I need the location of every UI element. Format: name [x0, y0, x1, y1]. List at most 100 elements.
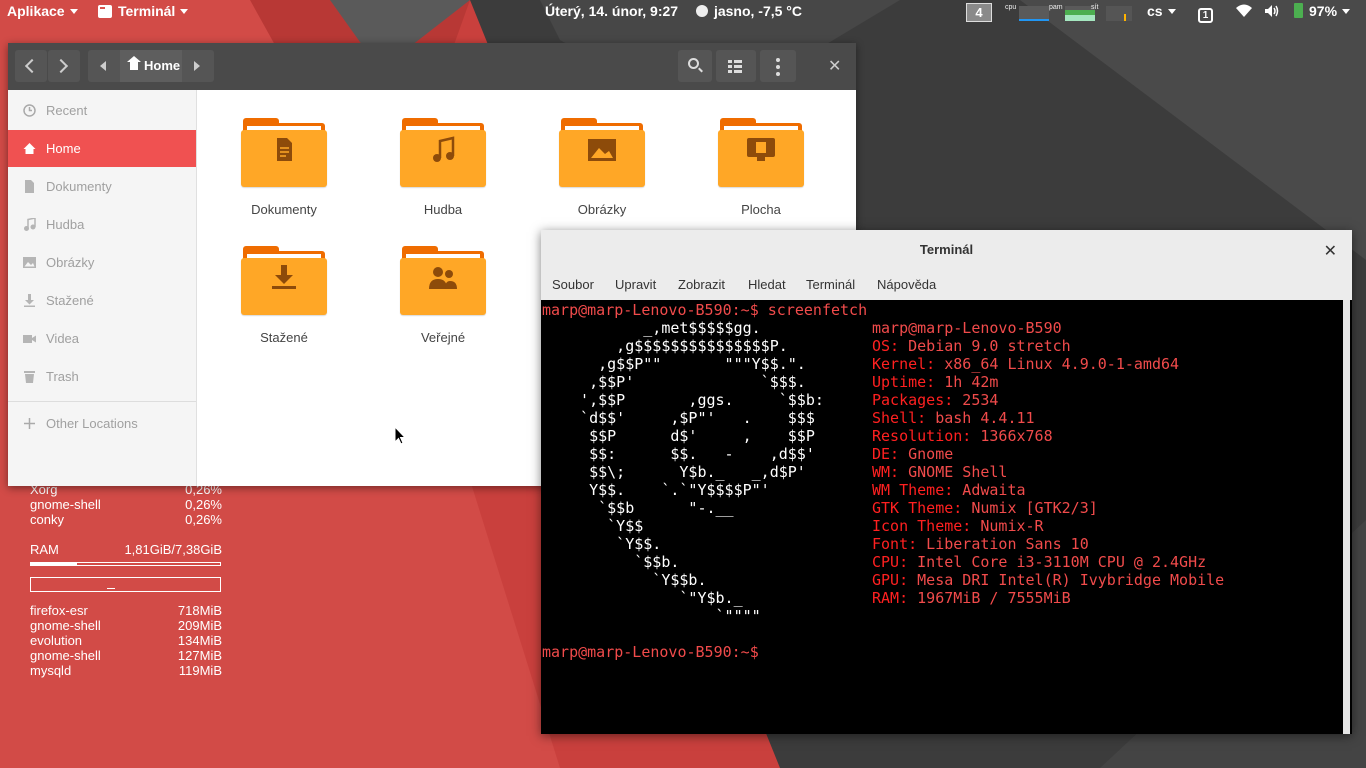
mouse-cursor-icon [394, 426, 406, 445]
sidebar-item-other-locations[interactable]: Other Locations [8, 405, 196, 442]
search-button[interactable] [678, 50, 712, 82]
sidebar-item-pictures[interactable]: Obrázky [8, 244, 196, 281]
sidebar-item-downloads[interactable]: Stažené [8, 282, 196, 319]
terminal-close-button[interactable]: ✕ [1324, 241, 1337, 261]
logo-line: ,g$$$$$$$$$$$$$$$P. [562, 337, 788, 355]
sidebar-item-music[interactable]: Hudba [8, 206, 196, 243]
forward-button[interactable] [48, 50, 80, 82]
system-info-line: GPU: Mesa DRI Intel(R) Ivybridge Mobile [872, 571, 1224, 589]
workspace-number: 4 [966, 3, 992, 22]
battery-indicator[interactable]: 97% [1294, 0, 1351, 22]
volume-indicator[interactable] [1264, 0, 1280, 22]
chevron-down-icon [1342, 9, 1351, 14]
logo-line: $$: $$. - ,d$$' [562, 445, 815, 463]
folder-label: Hudba [423, 202, 463, 217]
arrow-left-icon [24, 58, 40, 74]
menu-terminal[interactable]: Terminál [806, 270, 855, 300]
menu-view[interactable]: Zobrazit [678, 270, 725, 300]
keyboard-layout-menu[interactable]: cs [1147, 0, 1176, 22]
active-app-menu[interactable]: Terminál [98, 0, 189, 22]
sidebar-item-recent[interactable]: Recent [8, 92, 196, 129]
logo-line: _,met$$$$$gg. [562, 319, 761, 337]
terminal-titlebar[interactable]: Terminál [541, 230, 1352, 270]
view-toggle-button[interactable] [716, 50, 756, 82]
clock[interactable]: Úterý, 14. únor, 9:27 jasno, -7,5 °C [545, 0, 802, 22]
trash-icon [24, 371, 35, 383]
triangle-right-icon [194, 61, 200, 71]
desktop-icon [747, 138, 775, 161]
folder-label: Plocha [741, 202, 781, 217]
info-value: 1h 42m [935, 373, 999, 391]
menu-edit[interactable]: Upravit [615, 270, 656, 300]
path-scroll-right-button[interactable] [182, 50, 214, 82]
conky-mem-process: gnome-shell 209MiB [30, 618, 222, 633]
info-key: Icon Theme: [872, 517, 972, 535]
terminal-screen[interactable]: marp@marp-Lenovo-B590:~$ screenfetch _,m… [541, 300, 1352, 734]
terminal-command-line: marp@marp-Lenovo-B590:~$ screenfetch [542, 301, 868, 319]
info-value: Debian 9.0 stretch [899, 337, 1071, 355]
folder-documents[interactable]: Dokumenty [224, 118, 344, 217]
network-indicator[interactable] [1236, 0, 1252, 22]
back-button[interactable] [15, 50, 47, 82]
folder-public[interactable]: Veřejné [383, 246, 503, 345]
terminal-scrollbar[interactable] [1343, 300, 1350, 734]
close-icon: ✕ [828, 58, 842, 75]
video-icon [23, 335, 36, 343]
system-info-line: GTK Theme: Numix [GTK2/3] [872, 499, 1098, 517]
conky-cpu-process: conky 0,26% [30, 512, 222, 527]
sidebar-item-home[interactable]: Home [8, 130, 196, 167]
triangle-left-icon [100, 61, 106, 71]
conky-ram-bar-fill [31, 563, 78, 565]
conky-ram-bar [30, 562, 221, 566]
notification-indicator[interactable]: 1 [1198, 0, 1213, 23]
logo-line: $$\; Y$b._ _,d$P' [562, 463, 806, 481]
logo-line: `"""" [562, 607, 761, 625]
folder-label: Dokumenty [251, 202, 317, 217]
folder-desktop[interactable]: Plocha [701, 118, 821, 217]
sidebar-item-label: Obrázky [46, 255, 95, 270]
system-info-line: WM: GNOME Shell [872, 463, 1007, 481]
info-key: Font: [872, 535, 918, 553]
home-icon [23, 143, 36, 154]
info-key: Shell: [872, 409, 927, 427]
folder-downloads[interactable]: Stažené [224, 246, 344, 345]
system-info-line: WM Theme: Adwaita [872, 481, 1026, 499]
logo-line: `Y$$ [562, 517, 644, 535]
menu-file[interactable]: Soubor [552, 270, 594, 300]
music-icon [433, 136, 455, 162]
menu-button[interactable] [760, 50, 796, 82]
picture-icon [588, 139, 616, 161]
places-sidebar: Recent Home Dokumenty Hudba Obrázky Staž… [8, 90, 197, 486]
folder-pictures[interactable]: Obrázky [542, 118, 662, 217]
logo-line: `d$$' ,$P"' . $$$ [562, 409, 815, 427]
path-home-button[interactable]: Home [120, 50, 182, 82]
file-manager-headerbar: Home ✕ [8, 43, 856, 90]
path-home-label: Home [144, 58, 181, 73]
system-info-line: CPU: Intel Core i3-3110M CPU @ 2.4GHz [872, 553, 1206, 571]
sidebar-item-trash[interactable]: Trash [8, 358, 196, 395]
system-info-line: Packages: 2534 [872, 391, 998, 409]
workspace-indicator[interactable]: 4 [966, 1, 992, 23]
arrow-right-icon [53, 58, 69, 74]
info-value: Liberation Sans 10 [917, 535, 1089, 553]
close-button[interactable]: ✕ [828, 56, 841, 76]
folder-label: Veřejné [420, 330, 466, 345]
sidebar-item-documents[interactable]: Dokumenty [8, 168, 196, 205]
home-icon [127, 56, 141, 71]
info-value: GNOME Shell [899, 463, 1008, 481]
folder-music[interactable]: Hudba [383, 118, 503, 217]
path-scroll-left-button[interactable] [88, 50, 120, 82]
cpu-monitor[interactable]: cpu [1005, 3, 1050, 21]
sidebar-item-label: Home [46, 141, 81, 156]
network-monitor[interactable]: sít [1091, 3, 1133, 21]
sidebar-item-videos[interactable]: Videa [8, 320, 196, 357]
folder-label: Obrázky [577, 202, 627, 217]
picture-icon [23, 257, 36, 268]
menu-help[interactable]: Nápověda [877, 270, 936, 300]
path-bar: Home [88, 50, 214, 82]
applications-menu[interactable]: Aplikace [7, 0, 78, 22]
menu-search[interactable]: Hledat [748, 270, 786, 300]
info-value: Mesa DRI Intel(R) Ivybridge Mobile [908, 571, 1225, 589]
sidebar-separator [8, 401, 196, 402]
datetime-label: Úterý, 14. únor, 9:27 [545, 3, 679, 19]
